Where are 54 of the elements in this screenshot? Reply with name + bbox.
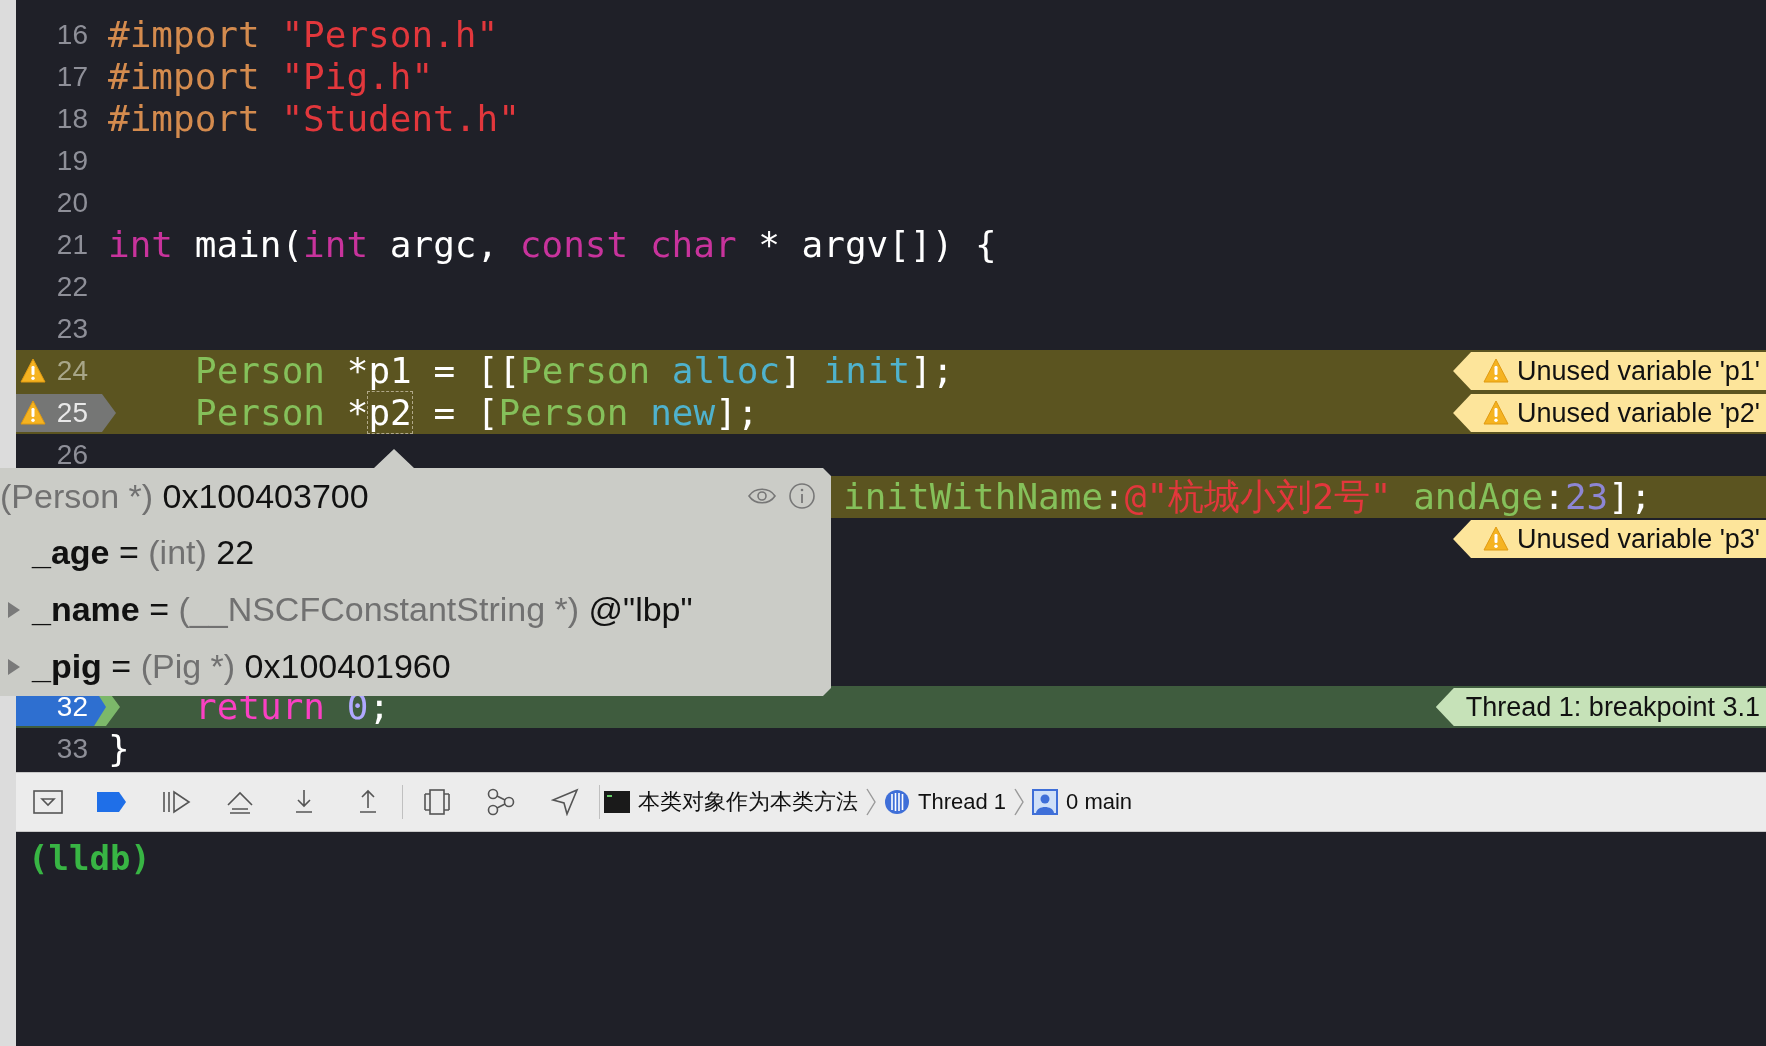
chevron-icon bbox=[1014, 788, 1025, 816]
line-number: 23 bbox=[56, 312, 88, 346]
code-line: Person *p2 = [Person new]; bbox=[195, 392, 759, 434]
disclosure-triangle-icon[interactable] bbox=[8, 601, 20, 618]
user-icon bbox=[1032, 789, 1059, 815]
code-line: } bbox=[108, 728, 130, 770]
line-number: 24 bbox=[56, 354, 88, 388]
annotation-text: Thread 1: breakpoint 3.1 bbox=[1465, 691, 1760, 723]
variable-field: _age = (int) 22 bbox=[32, 533, 255, 572]
terminal-icon bbox=[604, 791, 630, 813]
warning-icon bbox=[20, 358, 46, 384]
collapse-icon bbox=[33, 790, 63, 814]
line-number: 21 bbox=[56, 228, 88, 262]
code-line: #import "Student.h" bbox=[108, 98, 520, 140]
line-number: 26 bbox=[56, 438, 88, 472]
line-number: 19 bbox=[56, 144, 88, 178]
warning-icon bbox=[1483, 526, 1510, 552]
line-number: 25 bbox=[56, 396, 88, 430]
line-number: 17 bbox=[56, 60, 88, 94]
code-line: int main(int argc, const char * argv[]) { bbox=[108, 224, 997, 266]
breakpoint-marker[interactable] bbox=[16, 394, 116, 432]
memory-graph-icon bbox=[486, 788, 516, 816]
continue-icon bbox=[161, 790, 191, 814]
view-hierarchy-icon bbox=[423, 788, 451, 816]
code-line: initWithName:@"杭城小刘2号" andAge:23]; bbox=[843, 476, 1652, 518]
line-number: 16 bbox=[56, 18, 88, 52]
line-number: 20 bbox=[56, 186, 88, 220]
breadcrumb-item[interactable]: 0 main bbox=[1066, 789, 1133, 815]
variable-summary: (Person *) 0x100403700 bbox=[0, 476, 369, 516]
breadcrumb-item[interactable]: 本类对象作为本类方法 bbox=[638, 787, 858, 817]
thread-icon bbox=[884, 789, 910, 815]
chevron-icon bbox=[866, 788, 876, 816]
warning-icon bbox=[1483, 400, 1510, 426]
annotation-text: Unused variable 'p3' bbox=[1517, 523, 1760, 555]
info-icon[interactable] bbox=[787, 481, 817, 511]
warning-icon bbox=[20, 400, 46, 426]
step-over-icon bbox=[225, 789, 255, 815]
lldb-prompt: (lldb) bbox=[28, 838, 151, 878]
annotation-text: Unused variable 'p2' bbox=[1517, 397, 1760, 429]
line-number: 22 bbox=[56, 270, 88, 304]
code-line: #import "Pig.h" bbox=[108, 56, 434, 98]
annotation-text: Unused variable 'p1' bbox=[1517, 355, 1760, 387]
disclosure-triangle-icon[interactable] bbox=[8, 658, 20, 675]
line-number: 18 bbox=[56, 102, 88, 136]
variable-field: _pig = (Pig *) 0x100401960 bbox=[32, 647, 451, 686]
warning-icon bbox=[1483, 358, 1510, 384]
breadcrumb-item[interactable]: Thread 1 bbox=[918, 789, 1007, 815]
code-line: #import "Person.h" bbox=[108, 14, 499, 56]
variable-field: _name = (__NSCFConstantString *) @"lbp" bbox=[32, 590, 693, 629]
location-arrow-icon bbox=[551, 788, 579, 816]
line-number: 33 bbox=[56, 732, 88, 766]
breakpoint-icon bbox=[97, 792, 127, 812]
code-line: Person *p1 = [[Person alloc] init]; bbox=[195, 350, 954, 392]
line-number: 32 bbox=[56, 690, 88, 724]
